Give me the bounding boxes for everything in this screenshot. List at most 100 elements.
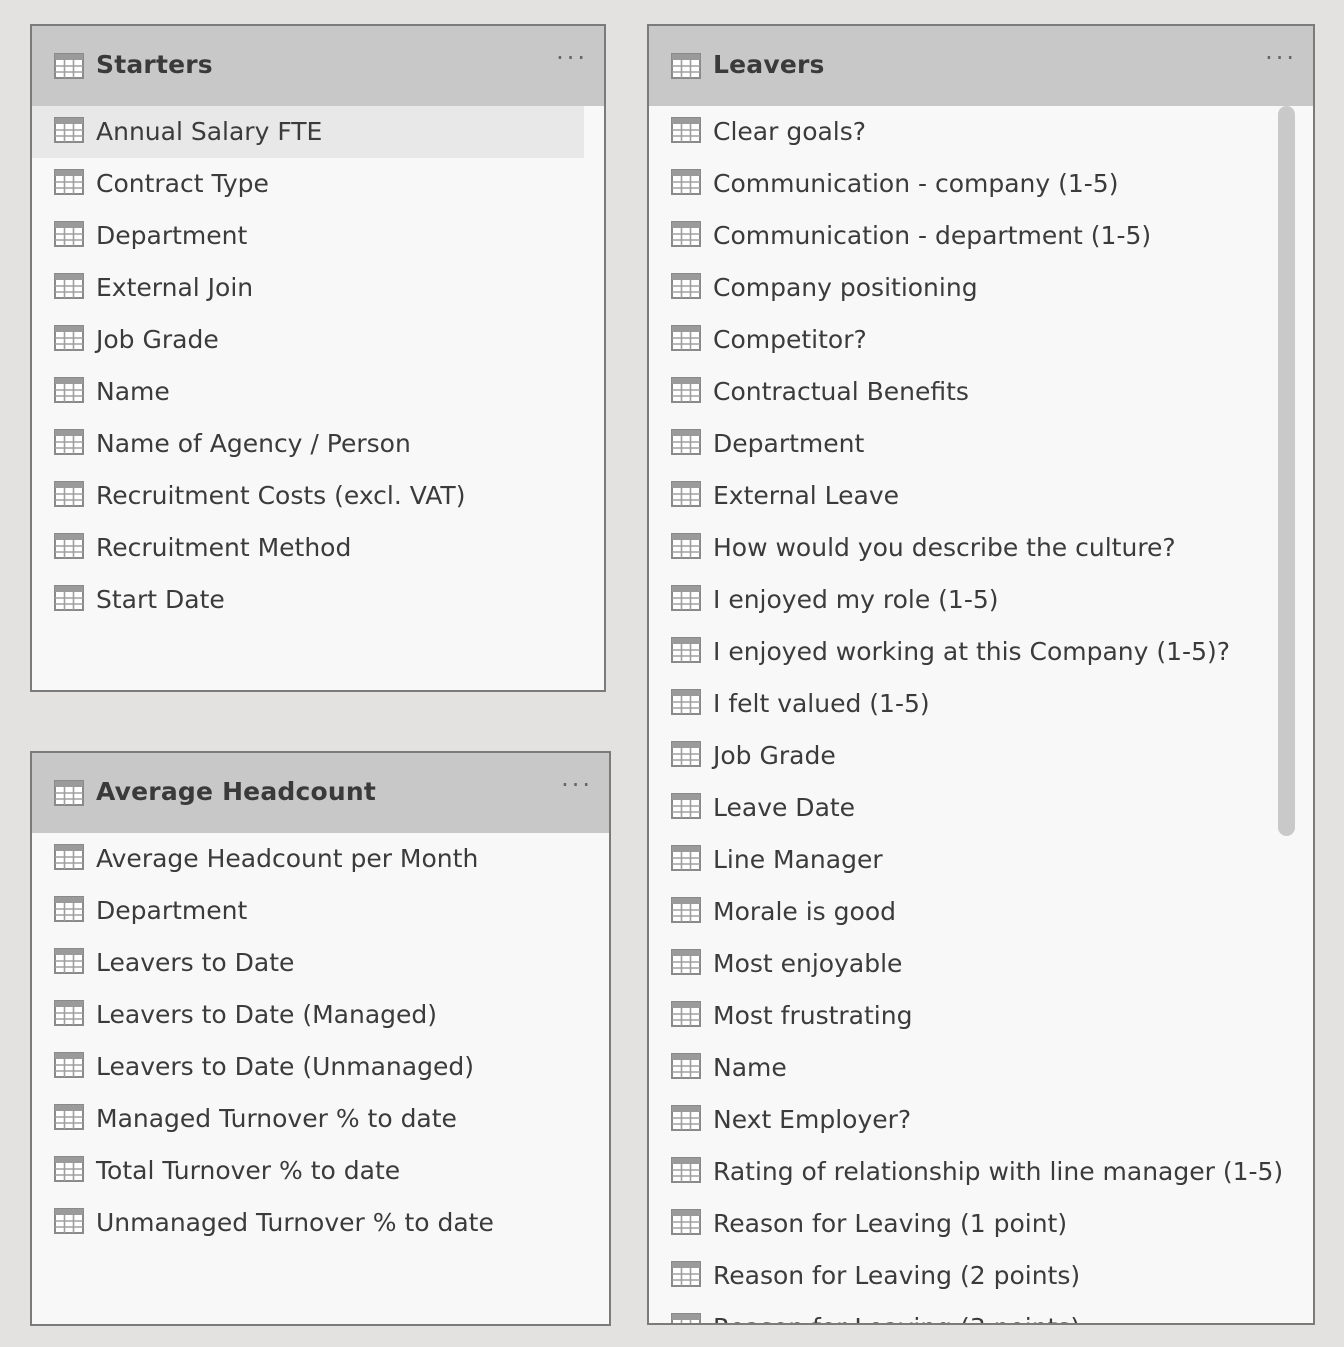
field-item[interactable]: Most frustrating <box>649 990 1313 1042</box>
field-label: Company positioning <box>713 273 978 302</box>
field-item[interactable]: Recruitment Costs (excl. VAT) <box>32 470 604 522</box>
field-label: Most enjoyable <box>713 949 903 978</box>
field-item[interactable]: I enjoyed working at this Company (1-5)? <box>649 626 1313 678</box>
table-icon <box>671 845 701 871</box>
field-item[interactable]: Managed Turnover % to date <box>32 1093 609 1145</box>
table-icon <box>54 53 84 79</box>
field-label: Department <box>713 429 865 458</box>
field-item[interactable]: Department <box>649 418 1313 470</box>
field-item[interactable]: Clear goals? <box>649 106 1313 158</box>
field-item[interactable]: Name <box>649 1042 1313 1094</box>
field-item[interactable]: Department <box>32 210 604 262</box>
field-label: Recruitment Costs (excl. VAT) <box>96 481 466 510</box>
field-item[interactable]: Start Date <box>32 574 604 626</box>
field-label: Rating of relationship with line manager… <box>713 1157 1284 1186</box>
table-icon <box>671 117 701 143</box>
field-item[interactable]: Unmanaged Turnover % to date <box>32 1197 609 1249</box>
average-headcount-card-title: Average Headcount <box>96 777 377 806</box>
table-icon <box>671 273 701 299</box>
more-options-icon[interactable]: ··· <box>561 771 593 799</box>
table-icon <box>671 949 701 975</box>
field-item[interactable]: Leavers to Date (Unmanaged) <box>32 1041 609 1093</box>
starters-table-card[interactable]: Starters ··· Annual Salary FTE Contract T… <box>30 24 606 692</box>
table-icon <box>671 1313 701 1323</box>
field-label: External Join <box>96 273 254 302</box>
field-item[interactable]: Morale is good <box>649 886 1313 938</box>
more-options-icon[interactable]: ··· <box>556 44 588 72</box>
field-label: Annual Salary FTE <box>96 117 323 146</box>
field-item[interactable]: Reason for Leaving (3 points) <box>649 1302 1313 1323</box>
table-icon <box>671 533 701 559</box>
leavers-field-list: Clear goals? Communication - company (1-5… <box>649 106 1313 1323</box>
field-item[interactable]: Leavers to Date <box>32 937 609 989</box>
field-label: Reason for Leaving (1 point) <box>713 1209 1068 1238</box>
leavers-table-card[interactable]: Leavers ··· Clear goals? Communication - … <box>647 24 1315 1325</box>
field-item[interactable]: Average Headcount per Month <box>32 833 609 885</box>
table-icon <box>54 169 84 195</box>
leavers-card-header[interactable]: Leavers ··· <box>649 26 1313 106</box>
table-icon <box>54 325 84 351</box>
vertical-scrollbar[interactable] <box>1278 106 1295 836</box>
field-item[interactable]: Contractual Benefits <box>649 366 1313 418</box>
field-item[interactable]: Company positioning <box>649 262 1313 314</box>
table-icon <box>671 53 701 79</box>
field-label: Leavers to Date (Unmanaged) <box>96 1052 474 1081</box>
table-icon <box>54 585 84 611</box>
starters-card-header[interactable]: Starters ··· <box>32 26 604 106</box>
field-item[interactable]: Name of Agency / Person <box>32 418 604 470</box>
field-item[interactable]: Job Grade <box>32 314 604 366</box>
table-icon <box>54 780 84 806</box>
field-label: Total Turnover % to date <box>96 1156 401 1185</box>
table-icon <box>671 689 701 715</box>
field-item[interactable]: Rating of relationship with line manager… <box>649 1146 1313 1198</box>
field-item[interactable]: Contract Type <box>32 158 604 210</box>
field-label: Communication - department (1-5) <box>713 221 1152 250</box>
field-item[interactable]: Annual Salary FTE <box>32 106 584 158</box>
field-item[interactable]: I enjoyed my role (1-5) <box>649 574 1313 626</box>
field-item[interactable]: Reason for Leaving (2 points) <box>649 1250 1313 1302</box>
field-item[interactable]: Reason for Leaving (1 point) <box>649 1198 1313 1250</box>
field-label: I enjoyed working at this Company (1-5)? <box>713 637 1231 666</box>
field-item[interactable]: Competitor? <box>649 314 1313 366</box>
average-headcount-table-card[interactable]: Average Headcount ··· Average Headcount … <box>30 751 611 1326</box>
field-item[interactable]: Communication - company (1-5) <box>649 158 1313 210</box>
field-item[interactable]: Communication - department (1-5) <box>649 210 1313 262</box>
field-item[interactable]: Name <box>32 366 604 418</box>
field-item[interactable]: Next Employer? <box>649 1094 1313 1146</box>
field-label: Line Manager <box>713 845 883 874</box>
field-item[interactable]: Line Manager <box>649 834 1313 886</box>
field-item[interactable]: I felt valued (1-5) <box>649 678 1313 730</box>
field-label: I felt valued (1-5) <box>713 689 930 718</box>
field-item[interactable]: External Join <box>32 262 604 314</box>
starters-field-list: Annual Salary FTE Contract Type Department… <box>32 106 604 626</box>
field-item[interactable]: Total Turnover % to date <box>32 1145 609 1197</box>
field-label: I enjoyed my role (1-5) <box>713 585 999 614</box>
field-label: Leave Date <box>713 793 856 822</box>
table-icon <box>671 637 701 663</box>
field-item[interactable]: Job Grade <box>649 730 1313 782</box>
table-icon <box>671 169 701 195</box>
more-options-icon[interactable]: ··· <box>1265 44 1297 72</box>
field-label: Name <box>713 1053 787 1082</box>
table-icon <box>54 1104 84 1130</box>
field-item[interactable]: Department <box>32 885 609 937</box>
table-icon <box>671 221 701 247</box>
field-item[interactable]: Recruitment Method <box>32 522 604 574</box>
field-item[interactable]: Most enjoyable <box>649 938 1313 990</box>
table-icon <box>54 948 84 974</box>
field-label: Managed Turnover % to date <box>96 1104 457 1133</box>
table-icon <box>54 481 84 507</box>
average-headcount-card-header[interactable]: Average Headcount ··· <box>32 753 609 833</box>
table-icon <box>54 844 84 870</box>
starters-card-title: Starters <box>96 50 213 79</box>
table-icon <box>671 325 701 351</box>
field-label: Most frustrating <box>713 1001 913 1030</box>
field-item[interactable]: External Leave <box>649 470 1313 522</box>
field-item[interactable]: How would you describe the culture? <box>649 522 1313 574</box>
table-icon <box>671 377 701 403</box>
field-item[interactable]: Leavers to Date (Managed) <box>32 989 609 1041</box>
field-item[interactable]: Leave Date <box>649 782 1313 834</box>
field-label: Name <box>96 377 170 406</box>
field-label: Start Date <box>96 585 225 614</box>
field-label: How would you describe the culture? <box>713 533 1176 562</box>
